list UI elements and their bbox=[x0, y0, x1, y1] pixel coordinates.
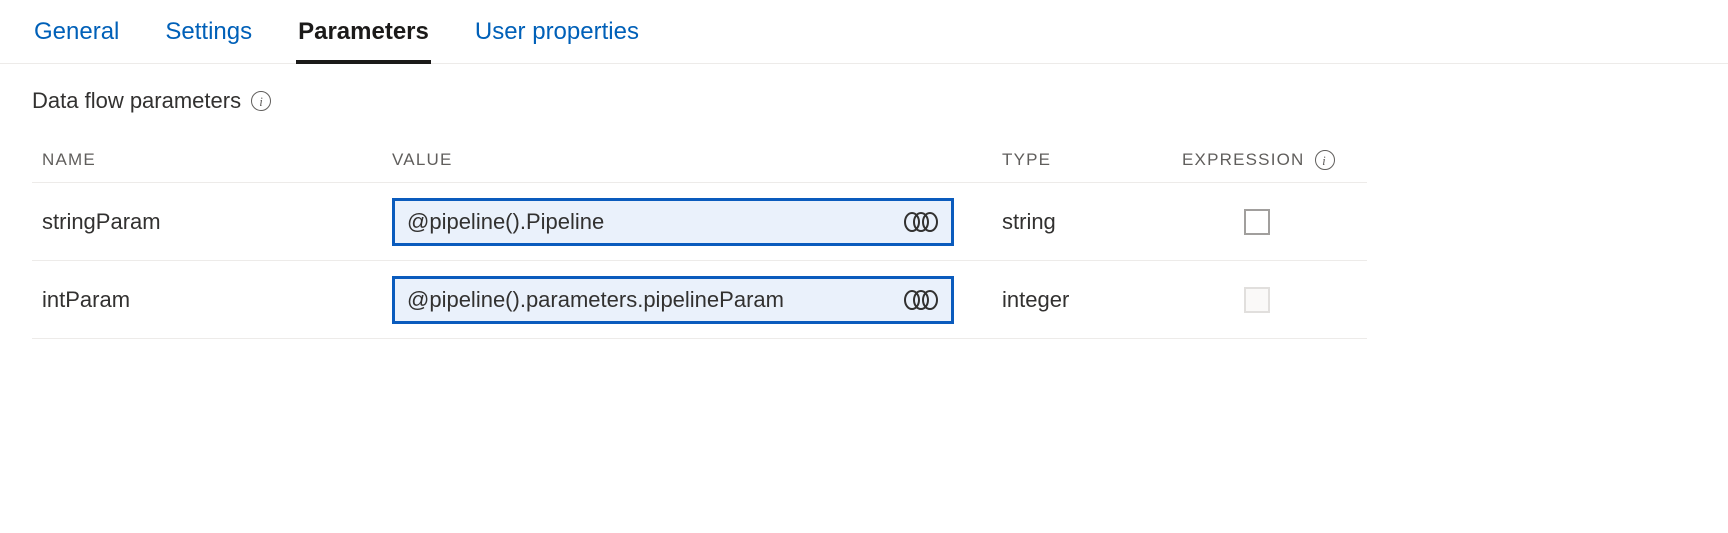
param-value-text: @pipeline().parameters.pipelineParam bbox=[407, 287, 784, 313]
parameters-table: NAME VALUE TYPE EXPRESSION i stringParam… bbox=[32, 138, 1367, 339]
col-type: TYPE bbox=[1002, 150, 1182, 170]
param-name: stringParam bbox=[42, 209, 392, 235]
info-icon[interactable]: i bbox=[1315, 150, 1335, 170]
param-type: string bbox=[1002, 209, 1182, 235]
col-expression: EXPRESSION i bbox=[1182, 150, 1382, 170]
col-name: NAME bbox=[42, 150, 392, 170]
expression-checkbox bbox=[1244, 287, 1270, 313]
expression-builder-icon[interactable] bbox=[903, 289, 939, 311]
parameters-section: Data flow parameters i NAME VALUE TYPE E… bbox=[0, 64, 1728, 339]
info-icon[interactable]: i bbox=[251, 91, 271, 111]
param-value-input[interactable]: @pipeline().parameters.pipelineParam bbox=[392, 276, 954, 324]
tab-settings[interactable]: Settings bbox=[163, 18, 254, 64]
tabs-bar: General Settings Parameters User propert… bbox=[0, 0, 1728, 64]
param-value-cell: @pipeline().Pipeline bbox=[392, 198, 1002, 246]
expression-builder-icon[interactable] bbox=[903, 211, 939, 233]
tab-parameters[interactable]: Parameters bbox=[296, 18, 431, 64]
tab-user-properties[interactable]: User properties bbox=[473, 18, 641, 64]
tab-general[interactable]: General bbox=[32, 18, 121, 64]
col-expression-label: EXPRESSION bbox=[1182, 150, 1305, 170]
table-header: NAME VALUE TYPE EXPRESSION i bbox=[32, 138, 1367, 183]
section-title-row: Data flow parameters i bbox=[32, 88, 1696, 114]
table-row: intParam @pipeline().parameters.pipeline… bbox=[32, 261, 1367, 339]
col-value: VALUE bbox=[392, 150, 1002, 170]
param-value-text: @pipeline().Pipeline bbox=[407, 209, 604, 235]
section-title: Data flow parameters bbox=[32, 88, 241, 114]
param-expression-cell bbox=[1182, 287, 1382, 313]
param-value-cell: @pipeline().parameters.pipelineParam bbox=[392, 276, 1002, 324]
expression-checkbox[interactable] bbox=[1244, 209, 1270, 235]
param-type: integer bbox=[1002, 287, 1182, 313]
param-value-input[interactable]: @pipeline().Pipeline bbox=[392, 198, 954, 246]
param-name: intParam bbox=[42, 287, 392, 313]
param-expression-cell bbox=[1182, 209, 1382, 235]
table-row: stringParam @pipeline().Pipeline string bbox=[32, 183, 1367, 261]
